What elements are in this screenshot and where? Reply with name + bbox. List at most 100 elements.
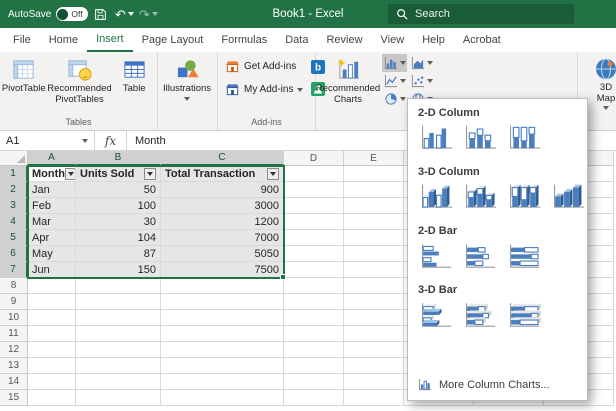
cell-D9[interactable] [284,294,344,310]
recommended-pivottables-button[interactable]: Recommended PivotTables [47,54,111,116]
cell-B8[interactable] [76,278,161,294]
redo-button[interactable]: ↷ [136,3,160,25]
cell-D7[interactable] [284,262,344,278]
row-header-9[interactable]: 9 [0,294,28,310]
cell-A4[interactable]: Mar [28,214,76,230]
cell-D2[interactable] [284,182,344,198]
get-add-ins-button[interactable]: Get Add-ins [222,56,306,77]
row-header-15[interactable]: 15 [0,390,28,406]
cell-D5[interactable] [284,230,344,246]
insert-pie-chart-button[interactable] [382,90,407,108]
cell-D14[interactable] [284,374,344,390]
cell-A13[interactable] [28,358,76,374]
illustrations-button[interactable]: Illustrations [158,54,216,116]
tab-acrobat[interactable]: Acrobat [454,28,510,52]
cell-A7[interactable]: Jun [28,262,76,278]
3d-100-stacked-column-icon[interactable] [504,182,544,212]
cell-C1[interactable]: Total Transaction [161,166,284,182]
column-header-D[interactable]: D [284,151,344,166]
row-header-3[interactable]: 3 [0,198,28,214]
selection-fill-handle[interactable] [280,274,286,280]
insert-scatter-chart-button[interactable] [409,72,434,90]
insert-line-chart-button[interactable] [382,72,407,90]
row-header-6[interactable]: 6 [0,246,28,262]
cell-D12[interactable] [284,342,344,358]
row-header-1[interactable]: 1 [0,166,28,182]
cell-C8[interactable] [161,278,284,294]
cell-B11[interactable] [76,326,161,342]
cell-C2[interactable]: 900 [161,182,284,198]
3d-clustered-bar-icon[interactable] [416,300,456,330]
cell-C15[interactable] [161,390,284,406]
cell-B2[interactable]: 50 [76,182,161,198]
cell-C5[interactable]: 7000 [161,230,284,246]
cell-B9[interactable] [76,294,161,310]
3d-100-stacked-bar-icon[interactable] [504,300,544,330]
tab-review[interactable]: Review [317,28,371,52]
cell-C6[interactable]: 5050 [161,246,284,262]
name-box[interactable]: A1 [0,131,95,150]
cell-E2[interactable] [344,182,404,198]
column-header-C[interactable]: C [161,151,284,166]
cell-A3[interactable]: Feb [28,198,76,214]
tab-help[interactable]: Help [413,28,454,52]
stacked-bar-icon[interactable] [460,241,500,271]
tab-formulas[interactable]: Formulas [212,28,276,52]
cell-A2[interactable]: Jan [28,182,76,198]
cell-E1[interactable] [344,166,404,182]
cell-B10[interactable] [76,310,161,326]
column-header-A[interactable]: A [28,151,76,166]
cell-E6[interactable] [344,246,404,262]
more-column-charts-item[interactable]: More Column Charts... [408,372,587,400]
cell-B6[interactable]: 87 [76,246,161,262]
tab-data[interactable]: Data [276,28,317,52]
cell-D15[interactable] [284,390,344,406]
cell-C13[interactable] [161,358,284,374]
cell-B15[interactable] [76,390,161,406]
row-header-4[interactable]: 4 [0,214,28,230]
row-header-2[interactable]: 2 [0,182,28,198]
save-button[interactable] [88,3,112,25]
row-header-10[interactable]: 10 [0,310,28,326]
tab-insert[interactable]: Insert [87,28,133,52]
tab-file[interactable]: File [4,28,40,52]
cell-C7[interactable]: 7500 [161,262,284,278]
cell-E4[interactable] [344,214,404,230]
cell-E5[interactable] [344,230,404,246]
cell-A8[interactable] [28,278,76,294]
row-header-11[interactable]: 11 [0,326,28,342]
cell-E10[interactable] [344,310,404,326]
insert-area-chart-button[interactable] [409,54,434,72]
cell-C3[interactable]: 3000 [161,198,284,214]
cell-A14[interactable] [28,374,76,390]
row-header-13[interactable]: 13 [0,358,28,374]
select-all-corner[interactable] [0,151,28,166]
cell-A11[interactable] [28,326,76,342]
3d-stacked-column-icon[interactable] [460,182,500,212]
insert-column-or-bar-chart-button[interactable] [382,54,407,72]
cell-E7[interactable] [344,262,404,278]
cell-B13[interactable] [76,358,161,374]
cell-C9[interactable] [161,294,284,310]
3d-clustered-column-icon[interactable] [416,182,456,212]
filter-dropdown-button[interactable] [65,168,76,180]
search-box[interactable]: Search [388,4,574,24]
cell-A6[interactable]: May [28,246,76,262]
tab-page-layout[interactable]: Page Layout [133,28,213,52]
cell-E14[interactable] [344,374,404,390]
cell-E13[interactable] [344,358,404,374]
cell-D13[interactable] [284,358,344,374]
3d-stacked-bar-icon[interactable] [460,300,500,330]
column-header-E[interactable]: E [344,151,404,166]
undo-button[interactable]: ↶ [112,3,136,25]
cell-A12[interactable] [28,342,76,358]
cell-D3[interactable] [284,198,344,214]
cell-E12[interactable] [344,342,404,358]
cell-A10[interactable] [28,310,76,326]
cell-B7[interactable]: 150 [76,262,161,278]
cell-A1[interactable]: Month [28,166,76,182]
cell-D10[interactable] [284,310,344,326]
cell-B4[interactable]: 30 [76,214,161,230]
cell-D4[interactable] [284,214,344,230]
cell-B3[interactable]: 100 [76,198,161,214]
